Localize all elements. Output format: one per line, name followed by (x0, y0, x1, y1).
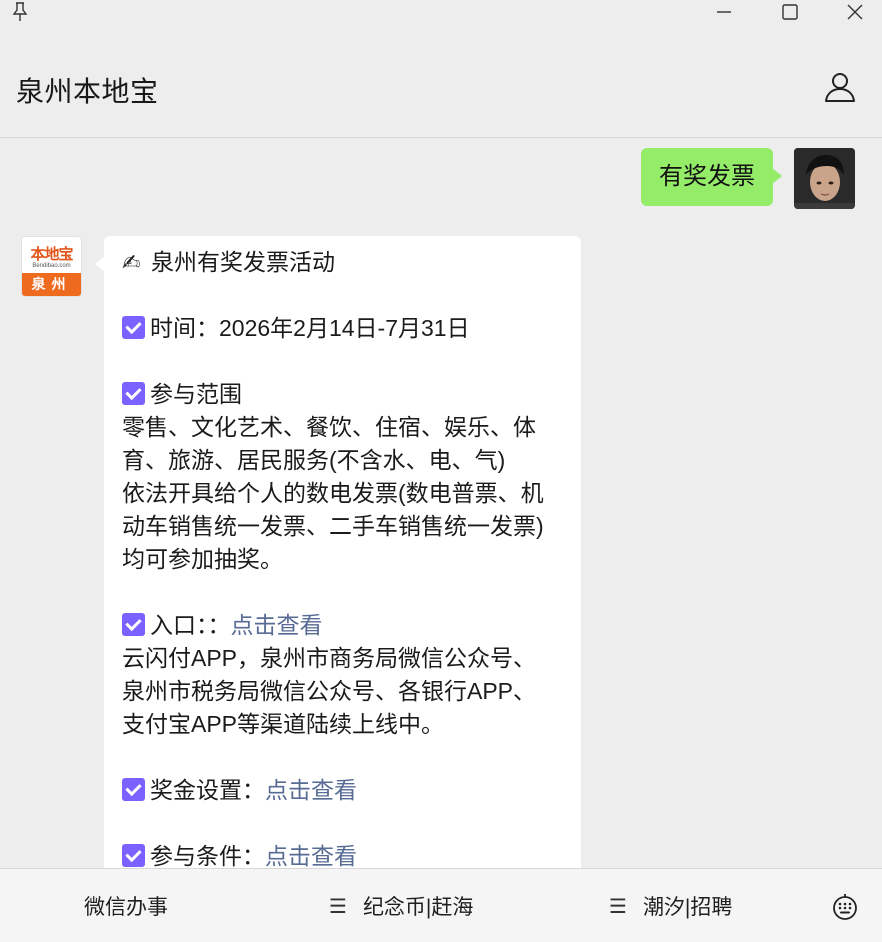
outgoing-message[interactable]: 有奖发票 (641, 148, 782, 206)
checkbox-icon (122, 316, 145, 339)
menu-item-tide[interactable]: ☰ 潮汐|招聘 (609, 869, 732, 942)
close-icon[interactable] (843, 0, 867, 24)
message-title: 泉州有奖发票活动 (151, 249, 335, 275)
logo-text-top: 本地宝 (30, 246, 73, 263)
entry-heading-line: 入口：：点击查看 (122, 609, 563, 642)
condition-label: 参与条件： (150, 843, 265, 868)
prize-link[interactable]: 点击查看 (265, 777, 357, 803)
maximize-icon[interactable] (778, 0, 802, 24)
incoming-message[interactable]: ✍ 泉州有奖发票活动 时间：2026年2月14日-7月31日 参与范围 零售、文化… (95, 236, 581, 868)
checkbox-icon (122, 778, 145, 801)
prize-label: 奖金设置： (150, 777, 265, 803)
checkbox-icon (122, 613, 145, 636)
menu-list-icon: ☰ (329, 895, 347, 918)
chat-title: 泉州本地宝 (16, 76, 159, 107)
entry-text: 云闪付APP，泉州市商务局微信公众号、 (122, 645, 537, 671)
checkbox-icon (122, 382, 145, 405)
entry-label: 入口：： (150, 612, 231, 638)
condition-line: 参与条件：点击查看 (122, 840, 563, 868)
chat-header: 泉州本地宝 (0, 56, 882, 120)
menu-item-label: 潮汐|招聘 (642, 896, 733, 919)
bottom-menu-bar: 微信办事 ☰ 纪念币|赶海 ☰ 潮汐|招聘 (0, 868, 882, 942)
checkbox-icon (122, 844, 145, 867)
writing-hand-icon: ✍ (122, 250, 141, 275)
menu-list-icon: ☰ (609, 895, 627, 918)
time-line: 时间：2026年2月14日-7月31日 (122, 312, 563, 345)
menu-item-wechat-service[interactable]: 微信办事 (84, 869, 168, 942)
keyboard-icon[interactable] (831, 893, 859, 921)
person-icon[interactable] (823, 70, 857, 104)
entry-text: 支付宝APP等渠道陆续上线中。 (122, 711, 445, 737)
menu-item-label: 纪念币|赶海 (362, 896, 474, 919)
entry-text: 泉州市税务局微信公众号、各银行APP、 (122, 678, 537, 704)
entry-link[interactable]: 点击查看 (231, 612, 323, 638)
official-account-avatar[interactable]: 本地宝 Bendibao.com 泉州 (21, 236, 82, 297)
window-titlebar (0, 0, 882, 28)
my-avatar[interactable] (794, 148, 855, 209)
minimize-icon[interactable] (712, 0, 736, 24)
scope-text: 零售、文化艺术、餐饮、住宿、娱乐、体 (122, 414, 536, 440)
scope-text: 依法开具给个人的数电发票(数电普票、机 (122, 480, 544, 506)
scope-text: 均可参加抽奖。 (122, 546, 283, 572)
message-title-line: ✍ 泉州有奖发票活动 (122, 246, 563, 279)
logo-text-sub: Bendibao.com (32, 263, 71, 269)
scope-label: 参与范围 (150, 381, 242, 407)
menu-item-coins[interactable]: ☰ 纪念币|赶海 (329, 869, 473, 942)
condition-link[interactable]: 点击查看 (265, 843, 357, 868)
scope-heading-line: 参与范围 (122, 378, 563, 411)
prize-line: 奖金设置：点击查看 (122, 774, 563, 807)
time-label: 时间：2026年2月14日-7月31日 (150, 315, 470, 341)
menu-item-label: 微信办事 (84, 896, 168, 919)
scope-text: 动车销售统一发票、二手车销售统一发票) (122, 513, 544, 539)
scope-text: 育、旅游、居民服务(不含水、电、气) (122, 447, 506, 473)
pin-icon[interactable] (10, 0, 30, 24)
chat-area[interactable]: 有奖发票 本地宝 Bendibao.com 泉州 ✍ 泉州有奖发票活动 时间：20… (0, 138, 882, 868)
logo-text-bottom: 泉州 (22, 273, 81, 296)
